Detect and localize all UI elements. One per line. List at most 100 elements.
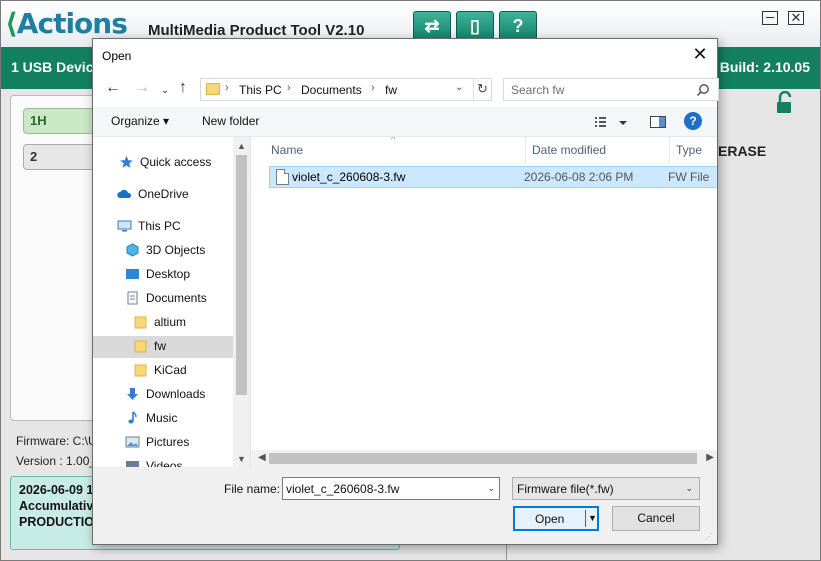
search-box[interactable] <box>503 78 719 101</box>
chevron-down-icon[interactable]: ⌄ <box>685 483 693 494</box>
usb-icon: ⇄ <box>424 16 440 36</box>
nav-item-label: altium <box>154 315 187 329</box>
breadcrumb-fw[interactable]: fw <box>385 83 397 97</box>
view-options-icon[interactable] <box>593 113 633 131</box>
cloud-icon <box>117 187 132 201</box>
file-icon <box>276 169 289 185</box>
nav-item-documents[interactable]: Documents <box>93 288 233 310</box>
document-button[interactable]: ▯ <box>456 11 494 41</box>
scroll-right-icon[interactable]: ▶ <box>706 452 714 463</box>
firmware-path: Firmware: C:\U <box>16 434 97 448</box>
nav-item-videos[interactable]: Videos <box>93 456 233 467</box>
preview-pane-icon[interactable] <box>649 113 667 131</box>
cancel-button[interactable]: Cancel <box>612 506 700 531</box>
column-divider[interactable] <box>669 137 670 164</box>
app-close-button[interactable]: ✕ <box>788 11 804 25</box>
device-count: 1 USB Device <box>11 59 102 75</box>
breadcrumb-documents[interactable]: Documents <box>301 83 362 97</box>
address-bar[interactable]: › This PC › Documents › fw ⌄ ↻ <box>200 78 492 101</box>
file-name-combobox[interactable]: ⌄ <box>282 477 500 500</box>
nav-item-label: Pictures <box>146 435 190 449</box>
new-folder-button[interactable]: New folder <box>202 114 259 128</box>
chevron-down-icon[interactable]: ▼ <box>588 513 597 523</box>
nav-item-label: Quick access <box>140 155 212 169</box>
build-label: Build: 2.10.05 <box>719 59 810 75</box>
app-title: MultiMedia Product Tool V2.10 <box>148 22 365 39</box>
scroll-left-icon[interactable]: ◀ <box>258 452 266 463</box>
nav-item-downloads[interactable]: Downloads <box>93 384 233 406</box>
dialog-close-button[interactable]: ✕ <box>683 39 717 71</box>
nav-item-label: Documents <box>146 291 207 305</box>
breadcrumb-this-pc[interactable]: This PC <box>239 83 282 97</box>
file-list: ^ Name Date modified Type violet_c_26060… <box>250 137 717 467</box>
file-type: FW File <box>668 170 710 184</box>
resize-grip-icon[interactable]: ⋰ <box>705 532 715 542</box>
nav-item-label: This PC <box>138 219 181 233</box>
star-icon <box>119 155 134 169</box>
scroll-up-icon[interactable]: ▲ <box>237 141 246 151</box>
monitor-icon <box>117 219 132 233</box>
scroll-thumb[interactable] <box>236 155 247 395</box>
help-icon[interactable]: ? <box>684 112 702 130</box>
up-arrow-icon[interactable]: ↑ <box>179 80 187 96</box>
device-slot-2[interactable]: 2 <box>23 144 103 170</box>
chevron-down-icon[interactable]: ⌄ <box>455 82 463 93</box>
app-logo-text: Actions <box>16 7 128 40</box>
scroll-down-icon[interactable]: ▼ <box>237 454 246 464</box>
file-row[interactable]: violet_c_260608-3.fw 2026-06-08 2:06 PM … <box>269 166 717 188</box>
back-arrow-icon[interactable]: ← <box>105 80 121 96</box>
device-slot-1[interactable]: 1H <box>23 108 103 134</box>
download-icon <box>125 387 140 401</box>
cube-icon <box>125 243 140 257</box>
nav-item-pictures[interactable]: Pictures <box>93 432 233 454</box>
recent-locations-chevron-icon[interactable]: ⌄ <box>161 83 169 99</box>
organize-button[interactable]: Organize ▾ <box>111 114 169 128</box>
nav-item-altium[interactable]: altium <box>93 312 233 334</box>
nav-item-3d-objects[interactable]: 3D Objects <box>93 240 233 262</box>
file-type-value: Firmware file(*.fw) <box>517 482 614 496</box>
chevron-down-icon[interactable]: ⌄ <box>487 483 495 494</box>
navigation-bar: ← → ⌄ ↑ › This PC › Documents › fw ⌄ ↻ <box>93 71 719 107</box>
horizontal-scrollbar[interactable]: ◀ ▶ <box>251 450 717 467</box>
sort-up-icon: ^ <box>391 137 396 144</box>
refresh-icon[interactable]: ↻ <box>473 79 491 100</box>
nav-scrollbar[interactable]: ▲ ▼ <box>233 137 250 467</box>
scroll-thumb[interactable] <box>269 453 697 464</box>
documents-icon <box>125 291 140 305</box>
nav-item-quick-access[interactable]: Quick access <box>93 152 233 174</box>
open-button[interactable]: Open ▼ <box>513 506 599 531</box>
column-date-modified[interactable]: Date modified <box>532 143 606 157</box>
help-icon: ? <box>512 16 524 36</box>
file-name-label: File name: <box>224 482 281 496</box>
column-name[interactable]: Name <box>271 143 303 157</box>
open-button-label: Open <box>535 512 565 526</box>
nav-item-label: KiCad <box>154 363 187 377</box>
file-type-select[interactable]: Firmware file(*.fw) ⌄ <box>512 477 700 500</box>
usb-button[interactable]: ⇄ <box>413 11 451 41</box>
column-type[interactable]: Type <box>676 143 702 157</box>
nav-item-fw[interactable]: fw <box>93 336 233 358</box>
nav-item-label: fw <box>154 339 166 353</box>
pictures-icon <box>125 435 140 449</box>
search-input[interactable] <box>511 82 671 97</box>
file-name-input[interactable] <box>286 481 476 496</box>
nav-item-kicad[interactable]: KiCad <box>93 360 233 382</box>
nav-item-label: Downloads <box>146 387 206 401</box>
nav-item-this-pc[interactable]: This PC <box>93 216 233 238</box>
column-divider[interactable] <box>525 137 526 164</box>
unlock-icon[interactable] <box>771 91 797 115</box>
forward-arrow-icon[interactable]: → <box>134 80 150 96</box>
app-minimize-button[interactable] <box>762 11 778 25</box>
nav-item-desktop[interactable]: Desktop <box>93 264 233 286</box>
command-bar: Organize ▾ New folder ? <box>93 107 717 137</box>
search-icon <box>697 84 709 96</box>
nav-item-label: OneDrive <box>138 187 189 201</box>
nav-item-music[interactable]: Music <box>93 408 233 430</box>
videos-icon <box>125 459 140 467</box>
dialog-titlebar: Open ✕ <box>93 39 717 71</box>
split-divider <box>585 510 586 527</box>
chevron-right-icon: › <box>287 82 291 94</box>
help-button[interactable]: ? <box>499 11 537 41</box>
navigation-pane: Quick access OneDrive This PC 3D Objects… <box>93 137 250 467</box>
nav-item-onedrive[interactable]: OneDrive <box>93 184 233 206</box>
